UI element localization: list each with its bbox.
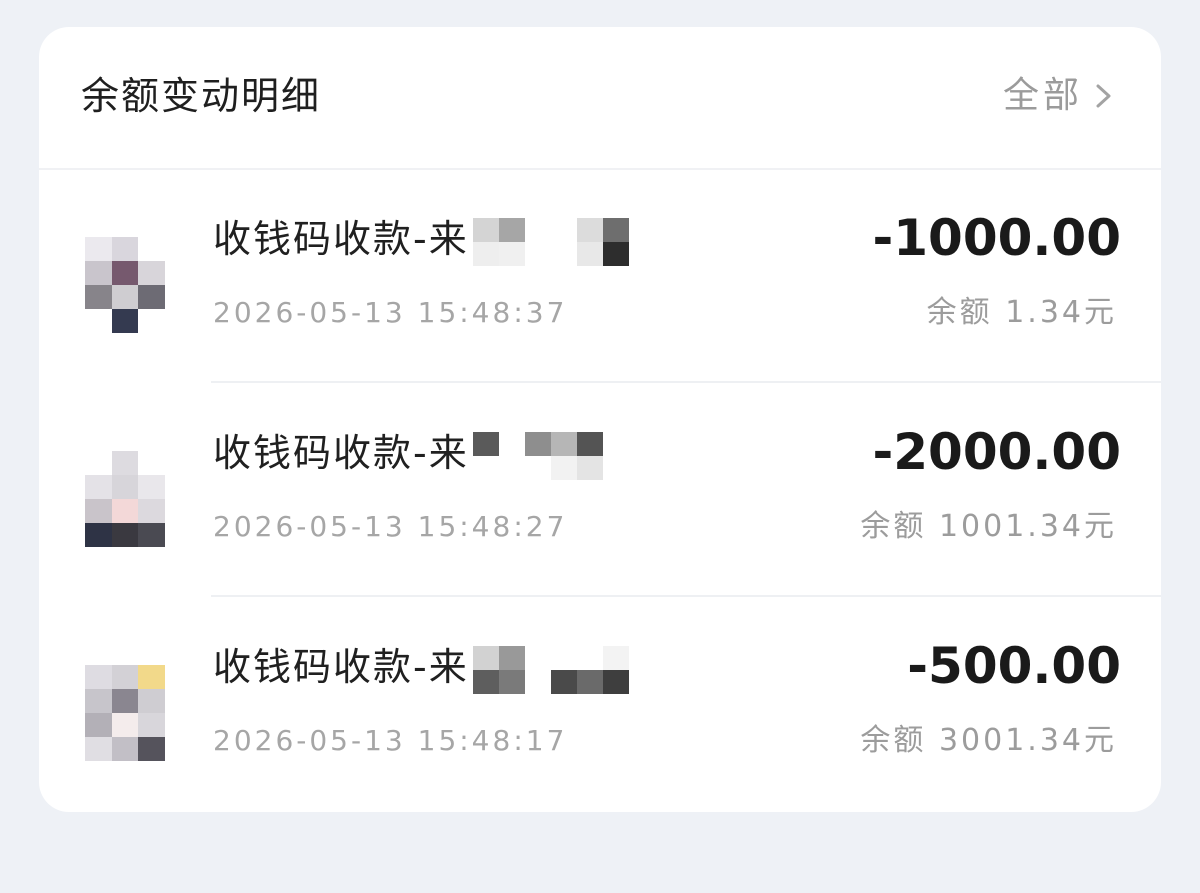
view-all-link[interactable]: 全部	[1003, 73, 1117, 119]
card-title: 余额变动明细	[81, 74, 322, 118]
transaction-time: 2026-05-13 15:48:37	[213, 296, 568, 329]
transaction-row[interactable]: 收钱码收款-来 2026-05-13 15:48:37 -1000.00 余额 …	[39, 170, 1161, 383]
avatar	[85, 451, 165, 547]
transaction-title: 收钱码收款-来	[213, 645, 469, 689]
transaction-amount: -500.00	[907, 637, 1121, 695]
masked-payer-name	[473, 432, 629, 480]
transaction-balance: 余额 1001.34元	[860, 509, 1117, 544]
card-header: 余额变动明细 全部	[39, 27, 1161, 170]
transaction-row[interactable]: 收钱码收款-来 2026-05-13 15:48:27 -2000.00 余额 …	[39, 384, 1161, 597]
avatar	[85, 237, 165, 333]
row-divider	[211, 381, 1161, 383]
transaction-balance: 余额 3001.34元	[860, 723, 1117, 758]
balance-change-card: 余额变动明细 全部 收钱码收款-来 2026-05-13 15:48:37 -1…	[39, 27, 1161, 812]
transaction-time: 2026-05-13 15:48:27	[213, 510, 568, 543]
transaction-title: 收钱码收款-来	[213, 431, 469, 475]
transaction-amount: -1000.00	[872, 209, 1122, 267]
chevron-right-icon	[1096, 84, 1111, 108]
avatar	[85, 665, 165, 761]
row-divider	[211, 595, 1161, 597]
view-all-label: 全部	[1002, 75, 1083, 116]
transaction-title: 收钱码收款-来	[213, 217, 469, 261]
transaction-amount: -2000.00	[872, 423, 1122, 481]
transaction-balance: 余额 1.34元	[926, 295, 1117, 330]
masked-payer-name	[473, 218, 629, 266]
masked-payer-name	[473, 646, 629, 694]
transaction-time: 2026-05-13 15:48:17	[213, 724, 568, 757]
transaction-row[interactable]: 收钱码收款-来 2026-05-13 15:48:17 -500.00 余额 3…	[39, 598, 1161, 811]
